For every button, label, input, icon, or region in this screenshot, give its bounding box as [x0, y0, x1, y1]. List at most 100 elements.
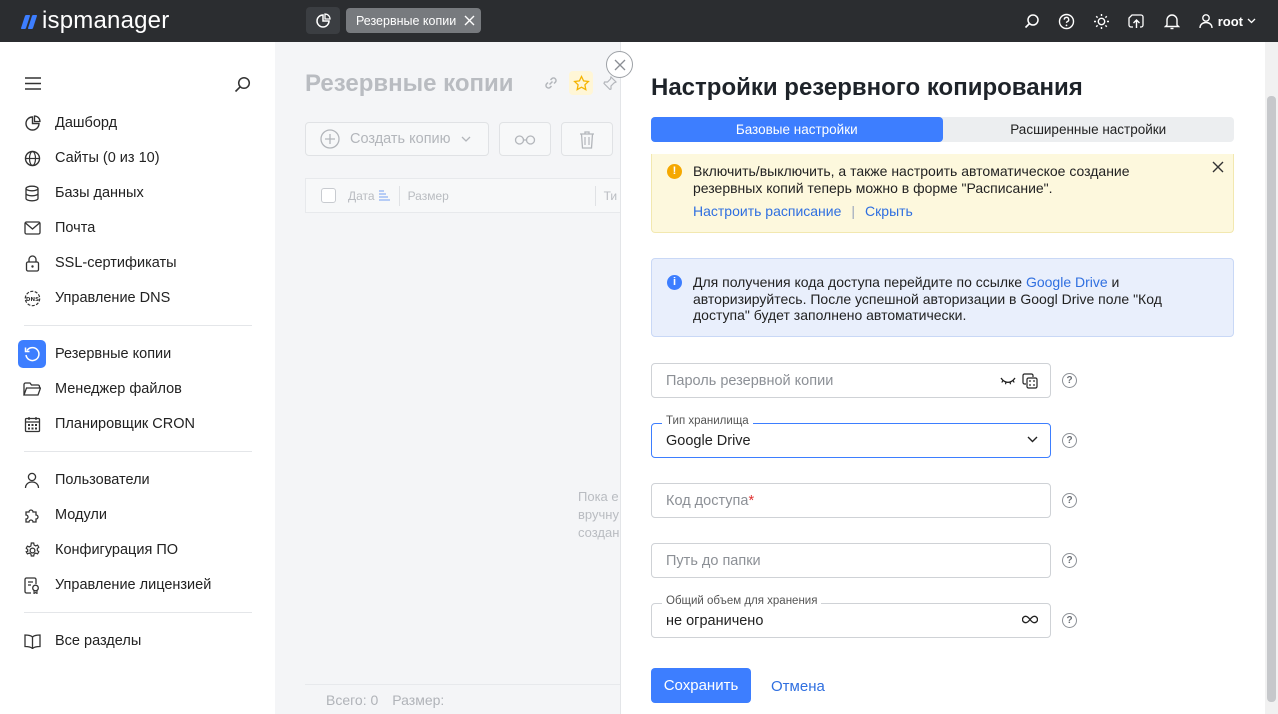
theme-icon[interactable] [1093, 12, 1111, 30]
storage-type-select[interactable]: Тип хранилища Google Drive [651, 415, 1051, 458]
save-button[interactable]: Сохранить [651, 668, 751, 703]
table-footer: Всего: 0 Размер: [305, 684, 635, 714]
table-header: Дата Размер Ти [305, 178, 635, 213]
search-icon[interactable] [1023, 12, 1041, 30]
configure-schedule-link[interactable]: Настроить расписание [693, 203, 841, 220]
link-icon[interactable] [543, 75, 559, 91]
chevron-down-icon [461, 136, 470, 142]
generate-password-icon[interactable] [1022, 373, 1038, 389]
help-icon[interactable] [1058, 12, 1076, 30]
storage-type-label: Тип хранилища [662, 415, 753, 427]
sidebar-item-label: Управление лицензией [55, 577, 212, 593]
user-menu[interactable]: root [1198, 13, 1256, 29]
dashboard-icon [18, 109, 46, 137]
trash-icon [580, 130, 594, 149]
sidebar-item-label: Все разделы [55, 633, 142, 649]
sidebar-item-license[interactable]: Управление лицензией [18, 571, 211, 599]
delete-button[interactable] [561, 122, 613, 156]
chevron-down-icon [1247, 18, 1256, 24]
sidebar-item-file-manager[interactable]: Менеджер файлов [18, 375, 182, 403]
sidebar-item-label: Почта [55, 220, 96, 236]
link-separator: | [851, 203, 856, 219]
view-button[interactable] [499, 122, 551, 156]
sidebar-item-label: Сайты (0 из 10) [55, 150, 160, 166]
cancel-button[interactable]: Отмена [771, 678, 825, 695]
dns-icon: DNS [18, 284, 46, 312]
search-icon[interactable] [234, 76, 251, 93]
eye-closed-icon[interactable] [1000, 376, 1016, 386]
storage-volume-value: не ограничено [666, 612, 764, 629]
star-icon [572, 74, 590, 91]
create-copy-button[interactable]: Создать копию [305, 122, 489, 156]
tab-basic-settings[interactable]: Базовые настройки [651, 117, 943, 142]
sidebar-item-modules[interactable]: Модули [18, 501, 107, 529]
favorite-button[interactable] [569, 71, 593, 95]
dashboard-home-button[interactable] [306, 7, 340, 34]
sidebar-item-backups[interactable]: Резервные копии [18, 340, 171, 368]
schedule-warning-banner: ! Включить/выключить, а также настроить … [651, 154, 1234, 233]
access-code-field[interactable]: Код доступа * [651, 483, 1051, 518]
hide-link[interactable]: Скрыть [865, 203, 913, 220]
panel-title: Настройки резервного копирования [651, 74, 1083, 101]
google-drive-info-banner: i Для получения кода доступа перейдите п… [651, 258, 1234, 337]
backup-password-field[interactable]: Пароль резервной копии [651, 363, 1051, 398]
lock-icon [18, 249, 46, 277]
sidebar-item-dns[interactable]: DNS Управление DNS [18, 284, 170, 312]
tab-advanced-settings[interactable]: Расширенные настройки [943, 117, 1235, 142]
close-panel-button[interactable] [606, 51, 633, 78]
storage-volume-field[interactable]: Общий объем для хранения не ограничено [651, 595, 1051, 638]
sidebar-item-label: Конфигурация ПО [55, 542, 179, 558]
backup-icon [18, 340, 46, 368]
help-icon[interactable]: ? [1062, 433, 1077, 448]
bell-icon[interactable] [1163, 12, 1181, 30]
sidebar-divider [24, 612, 252, 613]
infinity-icon[interactable] [1022, 615, 1038, 624]
calendar-icon [18, 410, 46, 438]
sidebar-item-software-config[interactable]: Конфигурация ПО [18, 536, 178, 564]
menu-icon[interactable] [25, 77, 41, 90]
column-header-date[interactable]: Дата [348, 189, 375, 203]
help-icon[interactable]: ? [1062, 553, 1077, 568]
upload-icon[interactable] [1128, 12, 1146, 30]
help-icon[interactable]: ? [1062, 613, 1077, 628]
required-mark: * [748, 492, 755, 509]
close-icon[interactable] [464, 15, 475, 26]
backups-page: Резервные копии Создать копию Дата Разме… [275, 42, 635, 714]
warning-text: Включить/выключить, а также настроить ав… [693, 163, 1130, 196]
sidebar-item-sites[interactable]: Сайты (0 из 10) [18, 144, 160, 172]
sidebar-item-label: Базы данных [55, 185, 144, 201]
sidebar-item-databases[interactable]: Базы данных [18, 179, 144, 207]
logo-text: ispmanager [42, 7, 170, 34]
sort-icon[interactable] [378, 190, 391, 201]
sidebar-item-ssl[interactable]: SSL-сертификаты [18, 249, 177, 277]
panel-scrollbar[interactable] [1265, 42, 1278, 714]
google-drive-link[interactable]: Google Drive [1026, 274, 1108, 290]
close-icon [614, 59, 625, 70]
logo[interactable]: ispmanager [20, 7, 169, 35]
sidebar-item-dashboard[interactable]: Дашборд [18, 109, 117, 137]
sidebar-item-cron[interactable]: Планировщик CRON [18, 410, 195, 438]
folder-path-field[interactable]: Путь до папки [651, 543, 1051, 578]
license-icon [18, 571, 46, 599]
help-icon[interactable]: ? [1062, 493, 1077, 508]
select-all-checkbox[interactable] [321, 188, 336, 203]
sidebar-item-mail[interactable]: Почта [18, 214, 95, 242]
column-header-type[interactable]: Ти [604, 189, 618, 203]
info-icon: i [667, 275, 682, 290]
close-icon[interactable] [1211, 160, 1225, 174]
warning-links: Настроить расписание | Скрыть [693, 203, 1233, 220]
sidebar-item-users[interactable]: Пользователи [18, 466, 150, 494]
column-header-size[interactable]: Размер [408, 189, 595, 203]
pie-chart-icon [316, 12, 331, 28]
sidebar-item-all-sections[interactable]: Все разделы [18, 627, 141, 655]
help-icon[interactable]: ? [1062, 373, 1077, 388]
info-text: Для получения кода доступа перейдите по … [693, 274, 1162, 323]
pin-icon[interactable] [603, 76, 617, 90]
open-tab-backups[interactable]: Резервные копии [346, 8, 482, 33]
svg-text:DNS: DNS [25, 296, 38, 302]
settings-tabs: Базовые настройки Расширенные настройки [651, 117, 1234, 142]
sidebar-divider [24, 451, 252, 452]
scrollbar-thumb[interactable] [1267, 96, 1276, 702]
open-tab-label: Резервные копии [356, 13, 457, 28]
sidebar-item-label: Модули [55, 507, 107, 523]
